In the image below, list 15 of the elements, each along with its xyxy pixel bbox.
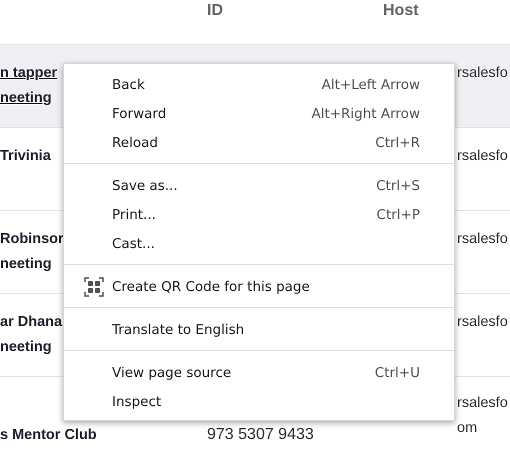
column-header: ID	[207, 2, 223, 20]
host-email: rsalesfo	[457, 394, 508, 413]
meeting-name: neeting	[0, 338, 52, 357]
host-email: rsalesfo	[457, 230, 508, 249]
host-email: rsalesfo	[457, 313, 508, 332]
meeting-name: Trivinia	[0, 147, 51, 166]
meeting-id: 973 5307 9433	[207, 425, 315, 444]
host-email: om	[457, 419, 478, 438]
meeting-name: s Mentor Club	[0, 426, 97, 445]
meeting-name: ar Dhana	[0, 313, 62, 332]
host-email: rsalesfo	[457, 147, 508, 166]
host-email: rsalesfo	[457, 64, 508, 83]
meeting-name: neeting	[0, 255, 52, 274]
meeting-name: Robinsor	[0, 230, 64, 249]
column-header: Host	[383, 2, 419, 20]
